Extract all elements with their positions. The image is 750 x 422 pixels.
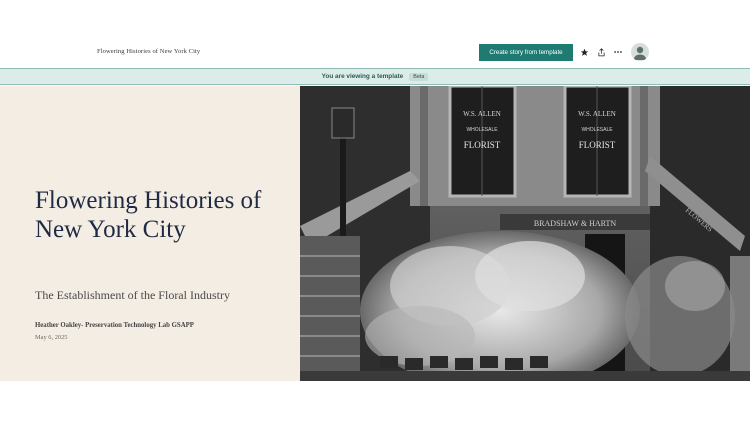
more-dots-icon <box>614 51 622 53</box>
story-cover: Flowering Histories of New York City The… <box>0 86 750 381</box>
site-title[interactable]: Flowering Histories of New York City <box>97 48 200 55</box>
window-sign-right-sub: WHOLESALE <box>581 127 613 133</box>
cover-photo: W.S. ALLEN WHOLESALE FLORIST W.S. ALLEN … <box>300 86 750 381</box>
user-avatar[interactable] <box>631 43 649 61</box>
window-sign-right-name: W.S. ALLEN <box>578 110 616 118</box>
cover-text-panel: Flowering Histories of New York City The… <box>0 86 300 381</box>
user-avatar-icon <box>633 46 647 60</box>
favorite-button[interactable] <box>577 45 591 59</box>
window-sign-left-main: FLORIST <box>464 140 501 150</box>
star-icon <box>580 48 588 56</box>
window-sign-left-name: W.S. ALLEN <box>463 110 501 118</box>
app-header: Flowering Histories of New York City Cre… <box>0 38 750 68</box>
window-sign-left-sub: WHOLESALE <box>466 127 498 133</box>
story-title: Flowering Histories of New York City <box>35 187 262 243</box>
share-icon <box>598 47 604 56</box>
window-sign-right-main: FLORIST <box>579 140 616 150</box>
share-button[interactable] <box>594 45 608 59</box>
beta-badge: Beta <box>409 72 429 81</box>
story-author: Heather Oakley- Preservation Technology … <box>35 322 194 329</box>
more-options-button[interactable] <box>611 45 625 59</box>
page-canvas-below-cover <box>0 381 750 422</box>
create-story-from-template-button[interactable]: Create story from template <box>479 44 573 61</box>
awning-sign: BRADSHAW & HARTN <box>534 219 617 228</box>
template-banner-text: You are viewing a template <box>321 73 404 80</box>
florist-storefront-photo: W.S. ALLEN WHOLESALE FLORIST W.S. ALLEN … <box>300 86 750 381</box>
story-date: May 6, 2025 <box>35 334 68 341</box>
story-subtitle: The Establishment of the Floral Industry <box>35 288 230 302</box>
template-banner: You are viewing a template Beta <box>0 68 750 85</box>
